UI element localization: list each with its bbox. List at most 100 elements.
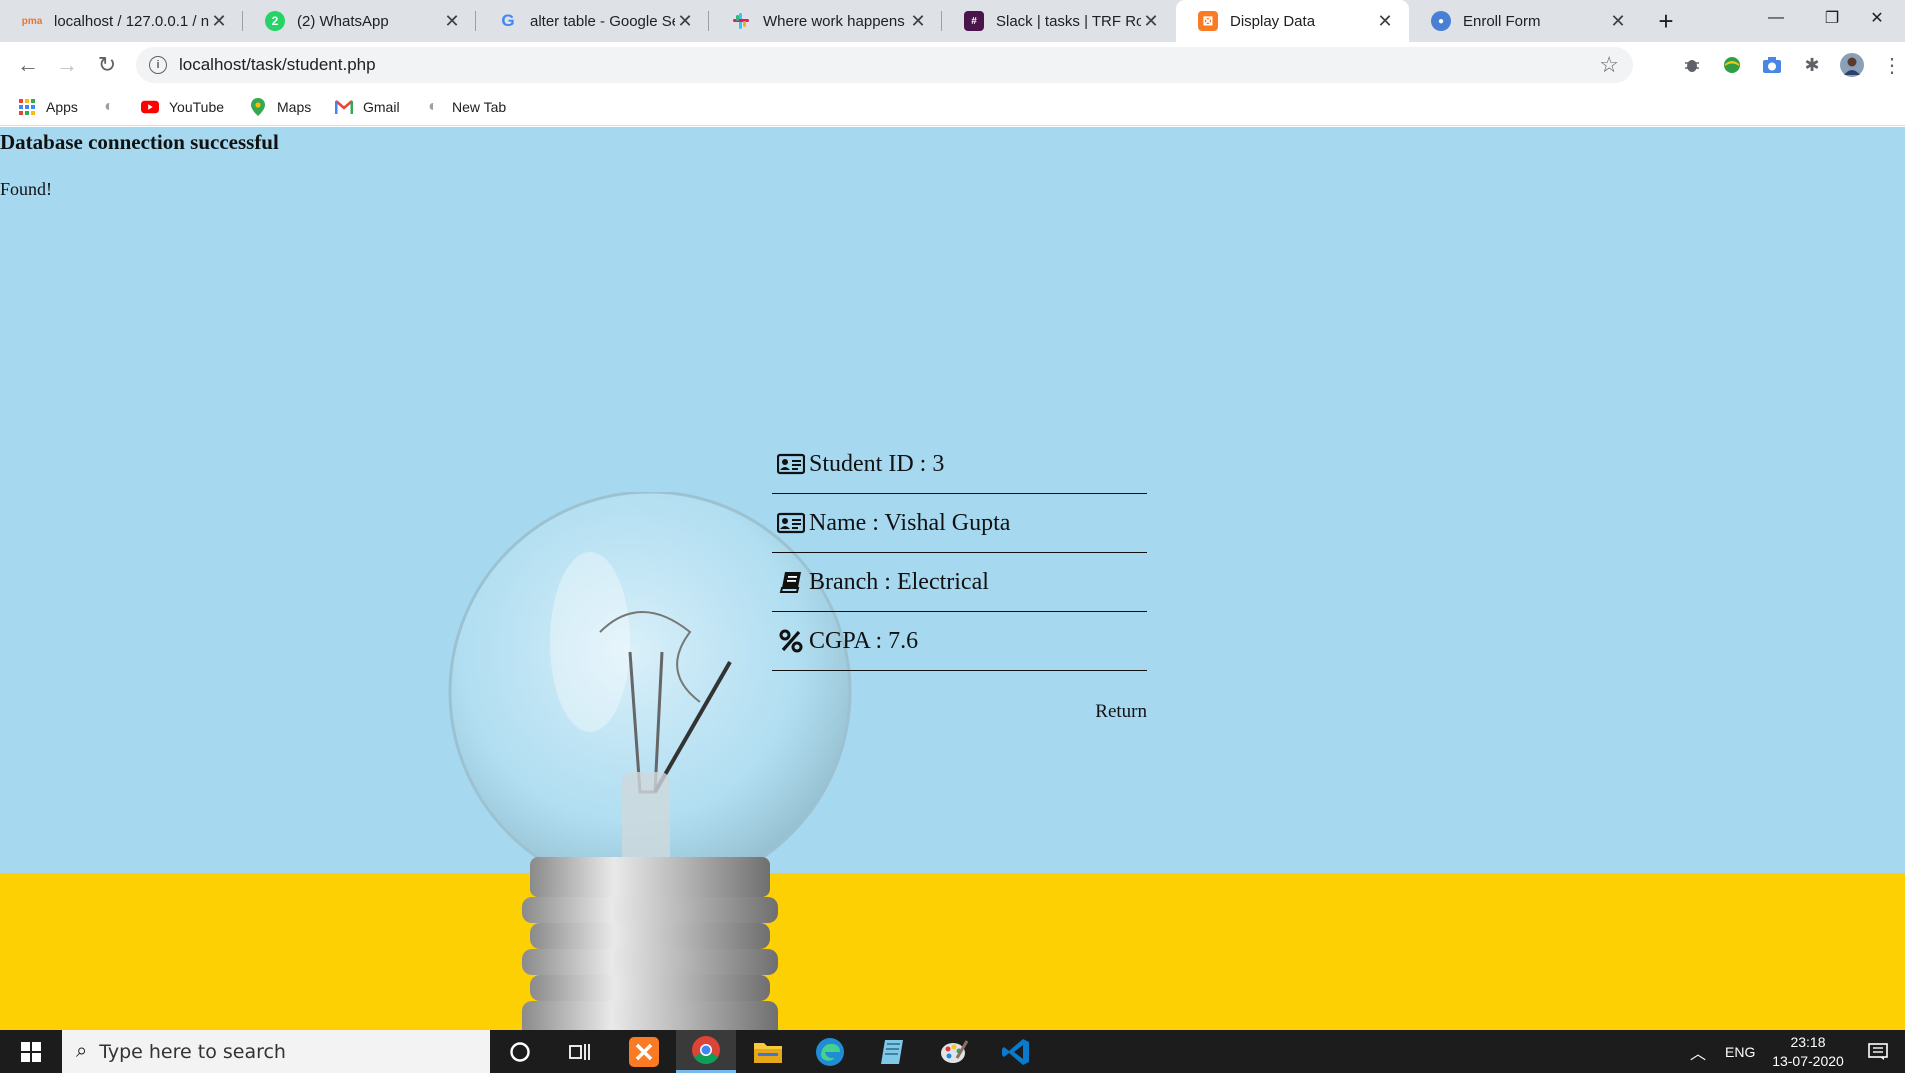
folder-icon <box>754 1042 782 1063</box>
bookmark-youtube[interactable]: YouTube <box>141 96 224 118</box>
bookmark-new-tab[interactable]: ◐ New Tab <box>424 96 506 118</box>
bookmarks-bar: Apps ◐ YouTube Maps Gmail ◐ New Tab <box>0 88 1905 126</box>
slack-workspace-icon: # <box>964 11 984 31</box>
youtube-icon <box>141 98 159 116</box>
page-content: Database connection successful Found! St… <box>0 127 1905 1030</box>
id-card-icon <box>776 449 806 479</box>
tab-slack-home[interactable]: Where work happens | ✕ <box>709 0 942 42</box>
bug-extension-icon[interactable] <box>1680 53 1704 77</box>
chevron-up-icon: ︿ <box>1690 1045 1707 1063</box>
address-url[interactable]: localhost/task/student.php <box>179 55 376 75</box>
profile-avatar[interactable] <box>1840 53 1864 77</box>
menu-kebab-icon[interactable]: ⋮ <box>1880 53 1904 77</box>
tab-phpmyadmin[interactable]: pma localhost / 127.0.0.1 / n ✕ <box>0 0 243 42</box>
tab-strip: pma localhost / 127.0.0.1 / n ✕ 2 (2) Wh… <box>0 0 1905 42</box>
close-tab-icon[interactable]: ✕ <box>209 11 229 31</box>
apps-grid-icon <box>18 98 36 116</box>
windows-taskbar: ⌕ Type here to search ︿ ENG 23:18 13-07-… <box>0 1030 1905 1073</box>
maps-pin-icon <box>249 98 267 116</box>
yellow-floor-background <box>0 873 1905 1030</box>
notepad-taskbar-app[interactable] <box>862 1030 922 1073</box>
language-indicator[interactable]: ENG <box>1725 1030 1755 1073</box>
whatsapp-icon: 2 <box>265 11 285 31</box>
notification-icon <box>1868 1042 1888 1060</box>
forward-button[interactable]: → <box>51 49 83 81</box>
notepad-icon <box>881 1039 903 1064</box>
tray-overflow-chevron[interactable]: ︿ <box>1690 1030 1706 1073</box>
gmail-icon <box>335 98 353 116</box>
tab-slack-tasks[interactable]: # Slack | tasks | TRF Robo ✕ <box>942 0 1175 42</box>
camera-extension-icon[interactable] <box>1760 53 1784 77</box>
found-message: Found! <box>0 179 53 199</box>
close-window-button[interactable]: ✕ <box>1849 0 1905 36</box>
chrome-icon <box>692 1036 720 1064</box>
clock-date: 13-07-2020 <box>1772 1053 1844 1069</box>
search-icon: ⌕ <box>76 1040 88 1062</box>
chrome-page-icon: ● <box>1431 11 1451 31</box>
close-tab-icon[interactable]: ✕ <box>1375 11 1395 31</box>
student-details: Student ID : 3 Name : Vishal Gupta Branc… <box>772 435 1147 722</box>
student-cgpa-row: CGPA : 7.6 <box>772 612 1147 671</box>
back-button[interactable]: ← <box>12 49 44 81</box>
windows-logo-icon <box>21 1041 41 1062</box>
student-id-text: Student ID : 3 <box>809 450 945 477</box>
address-bar[interactable]: i localhost/task/student.php ☆ <box>136 47 1633 83</box>
close-tab-icon[interactable]: ✕ <box>1141 11 1161 31</box>
phpmyadmin-icon: pma <box>21 15 43 27</box>
start-button[interactable] <box>0 1030 62 1073</box>
bookmark-globe[interactable]: ◐ <box>100 96 128 118</box>
globe-icon: ◐ <box>104 98 114 115</box>
xampp-icon: ⊠ <box>1198 11 1218 31</box>
id-card-icon <box>776 508 806 538</box>
xampp-icon <box>629 1036 659 1067</box>
edge-icon <box>816 1037 844 1066</box>
bookmark-star-icon[interactable]: ☆ <box>1599 52 1619 78</box>
globe-icon: ◐ <box>428 98 438 115</box>
slack-icon <box>731 11 751 31</box>
paint-taskbar-app[interactable] <box>924 1030 984 1073</box>
minimize-button[interactable]: — <box>1748 0 1804 36</box>
task-view-button[interactable] <box>550 1030 610 1073</box>
reload-button[interactable]: ↻ <box>91 49 123 81</box>
db-status-message: Database connection successful <box>0 130 279 154</box>
notification-center-button[interactable] <box>1868 1030 1888 1073</box>
cortana-button[interactable] <box>490 1030 550 1073</box>
tab-enroll-form[interactable]: ● Enroll Form ✕ <box>1409 0 1642 42</box>
extensions-puzzle-icon[interactable]: ✱ <box>1800 53 1824 77</box>
globe-extension-icon[interactable] <box>1720 53 1744 77</box>
percent-icon <box>776 626 806 656</box>
close-tab-icon[interactable]: ✕ <box>442 11 462 31</box>
close-tab-icon[interactable]: ✕ <box>1608 11 1628 31</box>
taskbar-clock[interactable]: 23:18 13-07-2020 <box>1766 1033 1850 1071</box>
student-branch-text: Branch : Electrical <box>809 568 989 595</box>
vscode-taskbar-app[interactable] <box>986 1030 1046 1073</box>
tab-display-data[interactable]: ⊠ Display Data ✕ <box>1176 0 1409 42</box>
google-icon: G <box>501 11 515 30</box>
close-tab-icon[interactable]: ✕ <box>675 11 695 31</box>
bookmark-apps[interactable]: Apps <box>18 96 78 118</box>
return-link[interactable]: Return <box>1095 701 1147 723</box>
taskbar-search-box[interactable]: ⌕ Type here to search <box>62 1030 490 1073</box>
paint-palette-icon <box>941 1039 969 1063</box>
chrome-taskbar-app[interactable] <box>676 1030 736 1073</box>
close-tab-icon[interactable]: ✕ <box>908 11 928 31</box>
bookmark-gmail[interactable]: Gmail <box>335 96 400 118</box>
taskbar-search-placeholder: Type here to search <box>99 1040 286 1063</box>
xampp-taskbar-app[interactable] <box>614 1030 674 1073</box>
bookmark-maps[interactable]: Maps <box>249 96 311 118</box>
new-tab-button[interactable]: + <box>1651 6 1681 36</box>
site-info-icon[interactable]: i <box>149 56 167 74</box>
student-id-row: Student ID : 3 <box>772 435 1147 494</box>
browser-toolbar: ← → ↻ i localhost/task/student.php ☆ ✱ ⋮ <box>0 42 1905 88</box>
clock-time: 23:18 <box>1790 1034 1826 1050</box>
edge-taskbar-app[interactable] <box>800 1030 860 1073</box>
student-name-text: Name : Vishal Gupta <box>809 509 1011 536</box>
task-view-icon <box>569 1043 590 1060</box>
student-name-row: Name : Vishal Gupta <box>772 494 1147 553</box>
student-branch-row: Branch : Electrical <box>772 553 1147 612</box>
cortana-circle-icon <box>510 1041 530 1062</box>
file-explorer-taskbar-app[interactable] <box>738 1030 798 1073</box>
tab-google-search[interactable]: G alter table - Google Se ✕ <box>476 0 709 42</box>
student-cgpa-text: CGPA : 7.6 <box>809 627 919 654</box>
tab-whatsapp[interactable]: 2 (2) WhatsApp ✕ <box>243 0 476 42</box>
